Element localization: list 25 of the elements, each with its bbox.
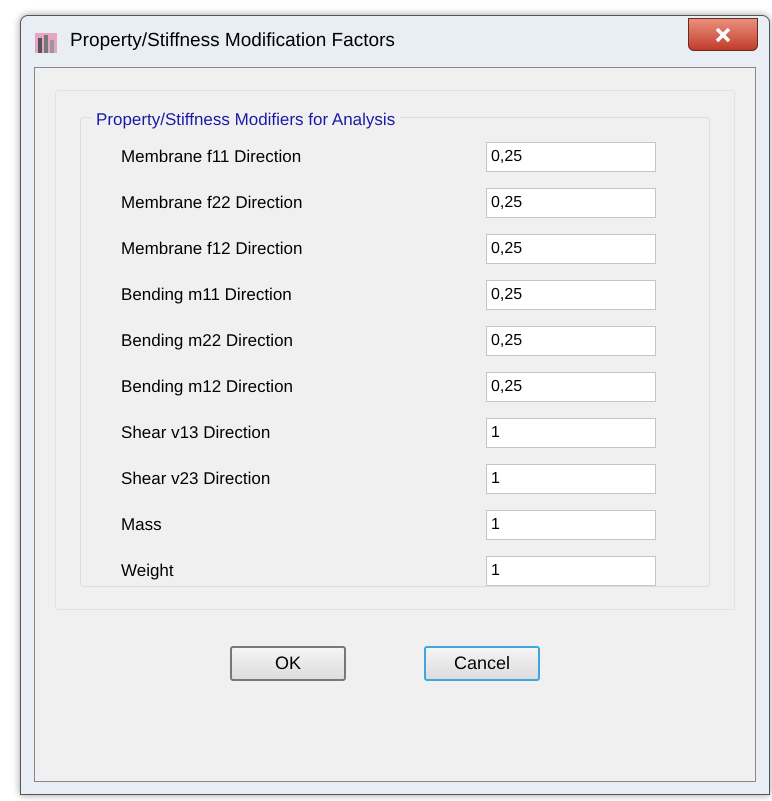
input-field[interactable]: 1	[486, 510, 656, 540]
close-button[interactable]	[688, 18, 758, 51]
field-label: Membrane f11 Direction	[121, 146, 302, 168]
dialog-button[interactable]: OK	[230, 646, 346, 681]
field-label: Bending m12 Direction	[121, 376, 294, 398]
field-label: Membrane f12 Direction	[121, 238, 304, 260]
field-label: Bending m11 Direction	[121, 284, 293, 306]
field-label: Shear v23 Direction	[121, 468, 272, 490]
input-field[interactable]: 0,25	[486, 280, 656, 310]
input-field[interactable]: 0,25	[486, 234, 656, 264]
input-field[interactable]: 0,25	[486, 188, 656, 218]
dialog-button[interactable]: Cancel	[424, 646, 540, 681]
input-field[interactable]: 1	[486, 418, 656, 448]
field-label: Weight	[121, 560, 175, 582]
field-label: Mass	[121, 514, 163, 536]
input-field[interactable]: 1	[486, 464, 656, 494]
input-field[interactable]: 0,25	[486, 372, 656, 402]
input-field[interactable]: 0,25	[486, 326, 656, 356]
field-label: Shear v13 Direction	[121, 422, 272, 444]
input-field[interactable]: 1	[486, 556, 656, 586]
input-field[interactable]: 0,25	[486, 142, 656, 172]
field-label: Membrane f22 Direction	[121, 192, 304, 214]
close-icon	[715, 28, 731, 42]
field-label: Bending m22 Direction	[121, 330, 294, 352]
window-title: Property/Stiffness Modification Factors	[70, 29, 395, 54]
